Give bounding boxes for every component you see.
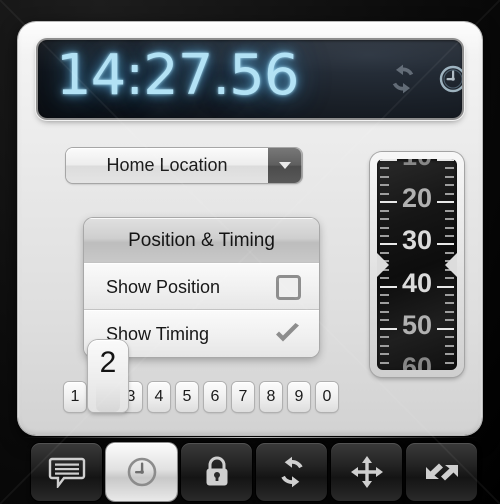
- refresh-icon: [280, 456, 303, 488]
- number-key-8[interactable]: 8: [260, 382, 282, 412]
- scale-indicator-right: [445, 251, 457, 278]
- scale-tick: [445, 302, 454, 305]
- collapse-button[interactable]: [406, 443, 477, 501]
- number-key-6[interactable]: 6: [204, 382, 226, 412]
- lock-button[interactable]: [181, 443, 252, 501]
- main-panel: 14:27.56 Home Location Position & Timing…: [18, 22, 482, 435]
- chat-bubble-icon: [48, 457, 85, 488]
- checkmark-icon: [276, 323, 299, 342]
- alarm-clock-icon[interactable]: [436, 62, 462, 101]
- location-dropdown[interactable]: Home Location: [66, 148, 302, 183]
- scale-tick: [380, 302, 389, 305]
- chat-button[interactable]: [31, 443, 102, 501]
- clock-button[interactable]: [106, 443, 177, 501]
- number-key-1[interactable]: 1: [64, 382, 86, 412]
- vertical-scale[interactable]: 102030405060: [370, 152, 464, 377]
- number-key-9[interactable]: 9: [288, 382, 310, 412]
- scale-tick: [445, 175, 454, 178]
- number-key-5[interactable]: 5: [176, 382, 198, 412]
- scale-tick: [380, 175, 389, 178]
- lcd-display: 14:27.56: [38, 40, 462, 118]
- context-menu: Position & Timing Show Position Show Tim…: [84, 218, 319, 357]
- refresh-icon[interactable]: [386, 62, 420, 101]
- scale-tick: [380, 218, 389, 221]
- refresh-button[interactable]: [256, 443, 327, 501]
- move-arrows-icon: [350, 456, 383, 488]
- bottom-toolbar: [31, 443, 477, 501]
- menu-item-show-position[interactable]: Show Position: [84, 263, 319, 310]
- show-position-checkbox[interactable]: [276, 264, 301, 310]
- menu-item-label: Show Position: [106, 277, 221, 297]
- scale-number: 20: [401, 183, 433, 214]
- lock-icon: [206, 456, 227, 486]
- move-button[interactable]: [331, 443, 402, 501]
- number-key-7[interactable]: 7: [232, 382, 254, 412]
- number-key-0[interactable]: 0: [316, 382, 338, 412]
- number-key-4[interactable]: 4: [148, 382, 170, 412]
- menu-title: Position & Timing: [84, 218, 319, 263]
- scale-tick: [380, 344, 389, 347]
- clock-widget: envato envato envato 14:27.56: [0, 0, 500, 504]
- scale-number: 10: [377, 159, 457, 172]
- scale-number: 50: [401, 309, 433, 340]
- clock-icon: [127, 457, 156, 487]
- collapse-arrows-icon: [425, 463, 458, 481]
- location-dropdown-label: Home Location: [106, 155, 228, 175]
- scale-indicator-left: [377, 251, 389, 278]
- scale-tick: [445, 218, 454, 221]
- scale-track[interactable]: 102030405060: [377, 159, 457, 370]
- checkbox-icon: [276, 274, 301, 300]
- time-readout: 14:27.56: [56, 43, 299, 108]
- scale-tick: [445, 344, 454, 347]
- scale-number: 60: [401, 352, 433, 370]
- chevron-down-icon[interactable]: [268, 148, 302, 183]
- key-popup-2[interactable]: 2: [88, 340, 128, 412]
- show-timing-checkmark[interactable]: [274, 311, 301, 357]
- toolbar-divider: [22, 437, 478, 438]
